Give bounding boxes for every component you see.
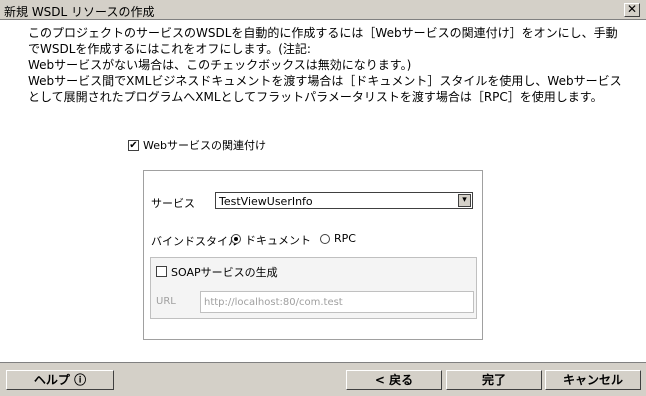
associate-webservice-checkbox[interactable]: ✔ bbox=[128, 139, 139, 151]
chevron-down-icon[interactable]: ▾ bbox=[458, 194, 471, 207]
associate-webservice-option[interactable]: ✔ Webサービスの関連付け bbox=[128, 137, 266, 153]
webservice-settings-group: サービス TestViewUserInfo ▾ バインドスタイル ドキュメント … bbox=[143, 170, 483, 340]
url-label: URL bbox=[156, 296, 176, 307]
description: このプロジェクトのサービスのWSDLを自動的に作成するには［Webサービスの関連… bbox=[28, 25, 628, 105]
service-select[interactable]: TestViewUserInfo ▾ bbox=[215, 192, 473, 209]
description-line: このプロジェクトのサービスのWSDLを自動的に作成するには［Webサービスの関連… bbox=[28, 26, 618, 40]
window-title: 新規 WSDL リソースの作成 bbox=[4, 5, 155, 19]
radio-rpc-label[interactable]: RPC bbox=[334, 232, 356, 245]
radio-rpc[interactable] bbox=[320, 234, 330, 244]
description-line: でWSDLを作成するにはこれをオフにします。(注記: bbox=[28, 42, 311, 56]
description-line: として展開されたプログラムへXMLとしてフラットパラメータリストを渡す場合は［R… bbox=[28, 90, 603, 104]
soap-service-group: SOAPサービスの生成 URL http://localhost:80/com.… bbox=[150, 257, 477, 319]
soap-service-label[interactable]: SOAPサービスの生成 bbox=[171, 264, 278, 280]
title-bar: 新規 WSDL リソースの作成 ✕ bbox=[0, 0, 646, 20]
back-button[interactable]: < 戻る bbox=[346, 370, 442, 390]
url-input[interactable]: http://localhost:80/com.test bbox=[200, 291, 474, 313]
close-button[interactable]: ✕ bbox=[624, 3, 640, 17]
radio-document-label[interactable]: ドキュメント bbox=[245, 232, 311, 248]
cancel-button[interactable]: キャンセル bbox=[545, 370, 641, 390]
url-value: http://localhost:80/com.test bbox=[204, 297, 343, 308]
close-icon: ✕ bbox=[626, 2, 638, 16]
description-line: Webサービス間でXMLビジネスドキュメントを渡す場合は［ドキュメント］スタイル… bbox=[28, 74, 622, 88]
service-label: サービス bbox=[151, 197, 195, 210]
description-line: Webサービスがない場合は、このチェックボックスは無効になります。) bbox=[28, 58, 412, 72]
dialog-content: このプロジェクトのサービスのWSDLを自動的に作成するには［Webサービスの関連… bbox=[0, 20, 646, 363]
associate-webservice-label: Webサービスの関連付け bbox=[143, 139, 266, 152]
finish-button[interactable]: 完了 bbox=[446, 370, 542, 390]
radio-document[interactable] bbox=[231, 234, 241, 244]
soap-service-checkbox[interactable] bbox=[156, 266, 167, 277]
service-value: TestViewUserInfo bbox=[219, 195, 313, 208]
binding-style-label: バインドスタイル bbox=[151, 235, 239, 248]
checkmark-icon: ✔ bbox=[129, 139, 138, 151]
help-button[interactable]: ヘルプ ⓘ bbox=[6, 370, 114, 390]
